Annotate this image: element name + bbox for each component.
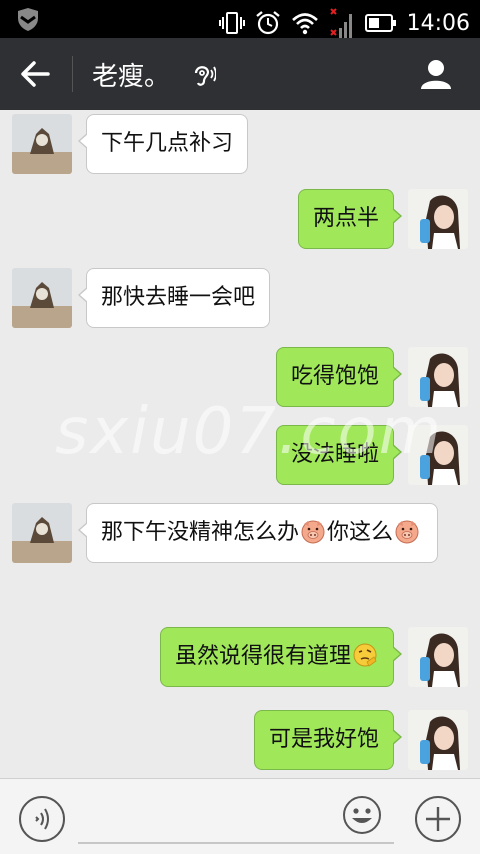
my-avatar[interactable]	[408, 189, 468, 249]
thinking-emoji-icon	[353, 643, 377, 667]
message-text: 两点半	[312, 206, 379, 231]
input-underline	[78, 842, 394, 844]
contact-avatar[interactable]	[12, 503, 72, 563]
my-avatar[interactable]	[408, 627, 468, 687]
shield-icon	[18, 8, 38, 31]
back-arrow-icon[interactable]	[18, 58, 54, 90]
my-avatar[interactable]	[408, 425, 468, 485]
battery-icon	[364, 14, 396, 32]
earpiece-icon	[194, 66, 216, 86]
message-text: 那快去睡一会吧	[101, 285, 256, 310]
message-bubble[interactable]: 两点半	[297, 189, 403, 249]
message-bubble[interactable]: 那下午没精神怎么办 你这么	[78, 503, 438, 563]
contact-profile-icon[interactable]	[418, 56, 454, 92]
message-text: 那下午没精神怎么办	[101, 520, 300, 545]
smiley-icon[interactable]	[342, 795, 382, 835]
pig-emoji-icon	[395, 520, 419, 544]
my-avatar[interactable]	[408, 347, 468, 407]
chat-header: 老瘦。	[0, 38, 480, 110]
message-list[interactable]: 下午几点补习 两点半 那快去睡一会吧 吃得饱饱 没法睡啦 那下午没精神怎么办 你…	[0, 110, 480, 778]
pig-emoji-icon	[301, 520, 325, 544]
no-signal-icon	[329, 8, 352, 38]
message-bubble[interactable]: 可是我好饱	[253, 710, 403, 770]
message-bubble[interactable]: 下午几点补习	[77, 114, 249, 174]
message-bubble[interactable]: 那快去睡一会吧	[77, 268, 271, 328]
contact-avatar[interactable]	[12, 268, 72, 328]
message-text: 吃得饱饱	[290, 364, 379, 389]
message-bubble[interactable]: 没法睡啦	[275, 425, 403, 485]
my-avatar[interactable]	[408, 710, 468, 770]
message-text: 没法睡啦	[290, 442, 379, 467]
status-bar: 14:06	[0, 0, 480, 38]
message-text: 可是我好饱	[268, 727, 379, 752]
chat-title: 老瘦。	[92, 62, 171, 92]
wifi-icon	[291, 13, 318, 35]
message-text: 下午几点补习	[101, 131, 234, 156]
status-time: 14:06	[406, 10, 470, 36]
message-bubble[interactable]: 吃得饱饱	[275, 347, 403, 407]
message-text: 虽然说得很有道理	[174, 644, 351, 669]
message-text: 你这么	[327, 520, 394, 545]
message-bubble[interactable]: 虽然说得很有道理	[159, 627, 403, 687]
contact-avatar[interactable]	[12, 114, 72, 174]
alarm-icon	[255, 11, 280, 35]
header-divider	[72, 56, 73, 92]
voice-input-icon[interactable]	[18, 795, 66, 843]
vibrate-icon	[218, 12, 245, 34]
plus-icon[interactable]	[414, 795, 462, 843]
message-input[interactable]	[78, 795, 328, 841]
input-bar	[0, 778, 480, 854]
